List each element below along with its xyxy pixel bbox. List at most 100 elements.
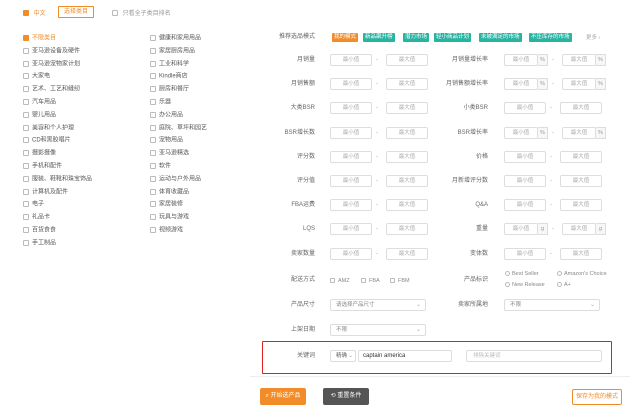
delivery-option[interactable]: FBM [390,277,410,285]
category-checkbox[interactable] [23,47,29,54]
min-input[interactable]: 最小值 [330,78,372,91]
category-checkbox[interactable] [23,163,29,169]
only-parent-option[interactable]: 只看全子类目排名 [112,8,171,17]
category-item[interactable]: 礼品卡 [23,214,50,222]
min-input[interactable]: 最小值 [330,223,372,236]
category-item[interactable]: 软件 [150,163,171,171]
category-item[interactable]: 不限类目 [23,35,56,43]
category-checkbox[interactable] [150,60,156,67]
max-input[interactable]: 最大值 [386,150,428,163]
category-checkbox[interactable] [150,35,156,41]
mode-tag[interactable]: 新品飙升榜 [363,33,395,42]
category-item[interactable]: 玩具与游戏 [150,214,189,222]
min-input[interactable]: 最小值 [330,54,372,66]
category-checkbox[interactable] [150,150,156,157]
category-item[interactable]: 工业和科学 [150,60,189,69]
category-item[interactable]: 百货食食 [23,227,56,235]
category-item[interactable]: 体育收藏品 [150,188,189,197]
category-checkbox[interactable] [23,227,29,233]
mode-tag[interactable]: 未被满足的市场 [479,33,522,42]
category-item[interactable]: 汽车用品 [23,99,56,107]
min-input[interactable]: 最小值 [504,175,546,187]
category-checkbox[interactable] [23,188,29,195]
max-input[interactable]: 最大值 [562,126,596,139]
delivery-checkbox[interactable] [361,278,366,284]
category-item[interactable]: 大家电 [23,73,50,81]
category-item[interactable]: 美容和个人护理 [23,124,74,133]
category-item[interactable]: 摄影摄像 [23,150,56,158]
category-item[interactable]: 服装、鞋靴和珠宝饰品 [23,175,92,184]
category-checkbox[interactable] [23,86,29,93]
mode-tag[interactable]: 我的模式 [332,33,359,42]
category-item[interactable]: 艺术、工艺和缝纫 [23,86,80,94]
min-input[interactable]: 最小值 [330,247,372,260]
category-checkbox[interactable] [150,214,156,221]
category-checkbox[interactable] [150,227,156,233]
product-tag-option[interactable]: Amazon's Choice [557,270,607,278]
category-checkbox[interactable] [23,239,29,246]
category-checkbox[interactable] [150,73,156,80]
category-checkbox[interactable] [23,214,29,221]
category-checkbox[interactable] [150,86,156,93]
category-checkbox[interactable] [150,188,156,195]
category-checkbox[interactable] [150,99,156,105]
category-item[interactable]: 计算机及配件 [23,188,68,197]
keyword-match-select[interactable]: 精确 ⌄ [330,350,356,362]
min-input[interactable]: 最小值 [504,126,538,139]
category-item[interactable]: 厨房和餐厅 [150,86,189,94]
product-tag-option[interactable]: Best Seller [505,270,539,278]
max-input[interactable]: 最大值 [386,175,428,187]
keyword-input[interactable]: captain america [358,350,452,362]
product-tag-checkbox[interactable] [505,282,510,288]
category-checkbox[interactable] [23,175,29,182]
category-checkbox[interactable] [23,137,29,144]
size-select[interactable]: 请选择产品尺寸 ⌄ [330,299,426,311]
only-parent-checkbox[interactable] [112,10,118,17]
category-checkbox[interactable] [150,137,156,144]
category-checkbox[interactable] [23,99,29,105]
max-input[interactable]: 最大值 [386,54,428,66]
category-checkbox[interactable] [150,124,156,131]
min-input[interactable]: 最小值 [504,247,546,260]
category-item[interactable]: 乐器 [150,99,171,107]
product-tag-checkbox[interactable] [505,271,510,277]
category-item[interactable]: 运动与户外用品 [150,175,201,184]
max-input[interactable]: 最大值 [386,78,428,91]
language-checkbox[interactable] [23,10,29,17]
category-checkbox[interactable] [23,201,29,208]
category-checkbox[interactable] [150,111,156,118]
select-category-button[interactable]: 选择类目 [58,6,94,18]
more-modes-link[interactable]: 更多 › [586,33,600,41]
category-checkbox[interactable] [23,35,29,41]
max-input[interactable]: 最大值 [562,78,596,91]
category-checkbox[interactable] [150,175,156,182]
save-mode-button[interactable]: 保存为我的模式 [572,389,622,405]
min-input[interactable]: 最小值 [504,54,538,66]
category-checkbox[interactable] [150,47,156,54]
category-item[interactable]: 家居厨房用品 [150,47,195,56]
listing-date-select[interactable]: 不限 ⌄ [330,324,426,336]
category-item[interactable]: 手机和配件 [23,163,62,171]
category-item[interactable]: 亚马逊精选 [150,150,189,158]
delivery-checkbox[interactable] [390,278,395,284]
product-tag-option[interactable]: New Release [505,281,545,289]
max-input[interactable]: 最大值 [386,223,428,236]
category-item[interactable]: 健康和家用用品 [150,35,201,43]
category-checkbox[interactable] [23,73,29,80]
max-input[interactable]: 最大值 [560,150,602,163]
search-products-button[interactable]: ⌕ 开始选产品 [260,388,306,405]
category-item[interactable]: 电子 [23,201,44,209]
category-item[interactable]: 视频游戏 [150,227,183,235]
max-input[interactable]: 最大值 [386,126,428,139]
category-item[interactable]: 手工制品 [23,239,56,248]
min-input[interactable]: 最小值 [504,102,546,115]
min-input[interactable]: 最小值 [330,102,372,115]
language-option[interactable]: 中文 [23,8,46,17]
category-item[interactable]: 亚马逊设备及硬件 [23,47,80,56]
min-input[interactable]: 最小值 [504,223,538,236]
max-input[interactable]: 最大值 [560,199,602,212]
min-input[interactable]: 最小值 [504,199,546,212]
product-tag-checkbox[interactable] [557,282,562,288]
seller-location-select[interactable]: 不限 ⌄ [504,299,600,311]
min-input[interactable]: 最小值 [504,78,538,91]
